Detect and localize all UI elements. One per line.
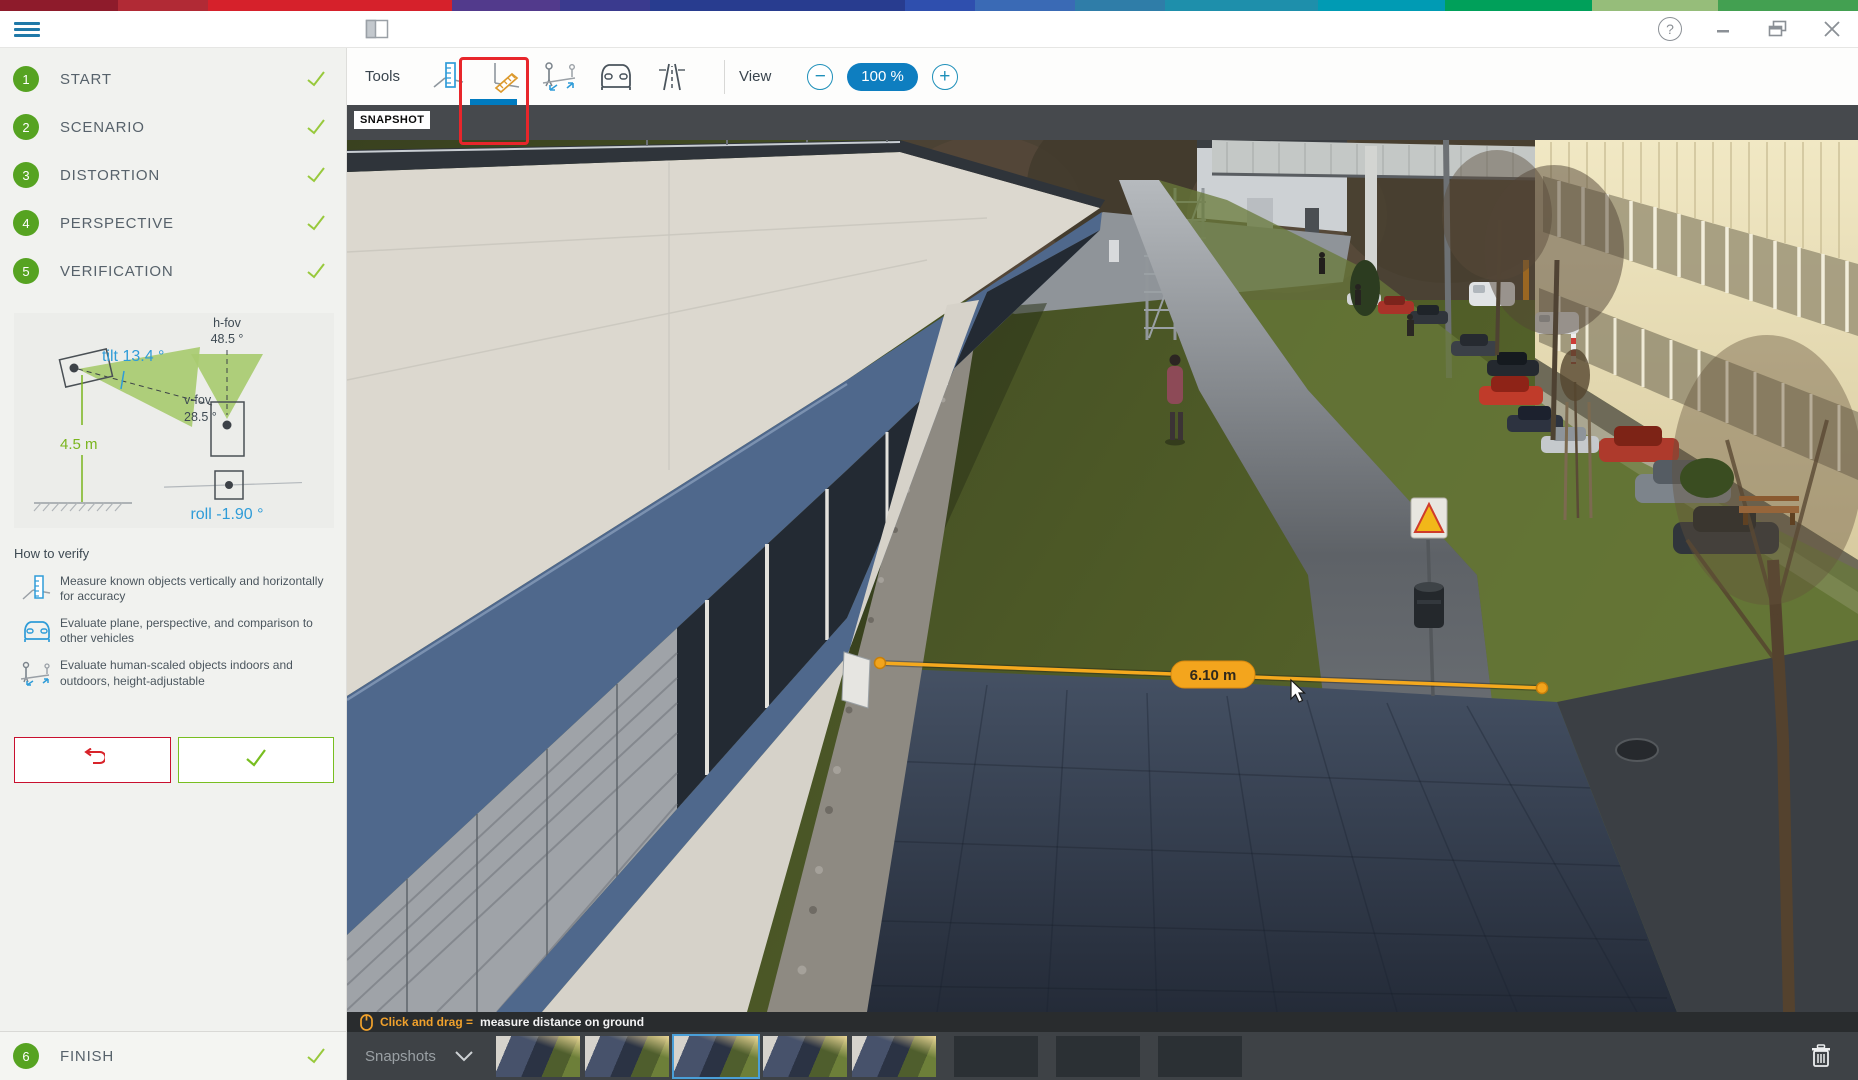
- status-action: Click and drag =: [380, 1015, 473, 1029]
- sidebar-step-finish[interactable]: 6 FINISH: [0, 1031, 346, 1080]
- bush: [1680, 458, 1734, 498]
- view-label: View: [739, 68, 771, 85]
- undo-verification-button[interactable]: [14, 737, 171, 783]
- camera-calibration-app: ? 1 START 2 SCENARIO 3 DISTORTION: [0, 0, 1858, 1080]
- zoom-level-badge[interactable]: 100 %: [847, 63, 918, 91]
- manhole-cover: [1616, 739, 1658, 761]
- entrance-door: [842, 652, 870, 708]
- step-done-check-icon: [306, 70, 326, 92]
- status-bar: Click and drag = measure distance on gro…: [347, 1012, 1858, 1032]
- measurement-endpoint-a[interactable]: [875, 658, 886, 669]
- how-to-verify-title: How to verify: [14, 546, 334, 561]
- step-number-badge: 3: [13, 162, 39, 188]
- brand-supergraphic: [0, 0, 1858, 11]
- step-number-badge: 2: [13, 114, 39, 140]
- close-button[interactable]: [1818, 15, 1846, 43]
- sidebar-step-start[interactable]: 1 START: [0, 55, 346, 103]
- check-icon: [244, 748, 268, 772]
- step-done-check-icon: [306, 166, 326, 188]
- snapshot-placeholder[interactable]: [1158, 1036, 1242, 1077]
- main-area: Tools View − 100 % + SNAP: [347, 48, 1858, 1080]
- camera-pose-diagram: tilt 13.4 ° v-fov 28.5 ° 4.5 m h-fov 48.…: [14, 313, 334, 528]
- snapshot-thumbnail[interactable]: [496, 1036, 580, 1077]
- person-height-tool[interactable]: [538, 55, 582, 99]
- delete-snapshot-button[interactable]: [1810, 1044, 1832, 1073]
- roll-value: roll -1.90 °: [190, 506, 263, 523]
- sidebar: 1 START 2 SCENARIO 3 DISTORTION 4 PERSPE…: [0, 48, 347, 1080]
- zoom-out-button[interactable]: −: [807, 64, 833, 90]
- verification-actions: [14, 737, 334, 783]
- hamburger-menu-icon[interactable]: [14, 19, 40, 40]
- titlebar: ?: [0, 11, 1858, 48]
- person-measure-icon: [14, 658, 60, 690]
- snapshot-badge: SNAPSHOT: [354, 111, 430, 129]
- litter-bin: [1414, 582, 1444, 628]
- vehicle-tool[interactable]: [594, 55, 638, 99]
- measurement-endpoint-b[interactable]: [1537, 683, 1548, 694]
- minimize-button[interactable]: [1710, 15, 1738, 43]
- snapshot-placeholder[interactable]: [954, 1036, 1038, 1077]
- how-to-verify-item: Evaluate plane, perspective, and compari…: [14, 616, 334, 647]
- vfov-value: 28.5 °: [184, 410, 217, 424]
- measurement-label: 6.10 m: [1190, 667, 1237, 684]
- snapshot-header-bar: SNAPSHOT: [347, 105, 1858, 140]
- measure-vertical-icon: [14, 573, 60, 605]
- evergreen-tree: [1350, 260, 1380, 316]
- chevron-down-icon[interactable]: [454, 1050, 474, 1062]
- confirm-verification-button[interactable]: [178, 737, 335, 783]
- status-description: measure distance on ground: [480, 1015, 644, 1029]
- hfov-label: h-fov: [213, 316, 242, 330]
- height-value: 4.5 m: [60, 436, 98, 453]
- undo-icon: [79, 748, 105, 773]
- sidebar-toggle-icon[interactable]: [365, 19, 389, 44]
- help-button[interactable]: ?: [1656, 15, 1684, 43]
- hfov-value: 48.5 °: [211, 332, 244, 346]
- step-done-check-icon: [306, 118, 326, 140]
- snapshot-thumbnail[interactable]: [852, 1036, 936, 1077]
- mouse-hint-icon: [360, 1014, 373, 1031]
- step-done-check-icon: [306, 262, 326, 284]
- how-to-verify-item: Evaluate human-scaled objects indoors an…: [14, 658, 334, 690]
- step-done-check-icon: [306, 214, 326, 236]
- snapshot-thumbnail[interactable]: [585, 1036, 669, 1077]
- paved-plaza[interactable]: [817, 667, 1677, 1012]
- snapshots-filmstrip: Snapshots: [347, 1032, 1858, 1080]
- snapshot-thumbnail-selected[interactable]: [674, 1036, 758, 1077]
- measure-vertical-tool[interactable]: [426, 55, 470, 99]
- snapshots-dropdown-label[interactable]: Snapshots: [365, 1048, 436, 1065]
- toolbar: Tools View − 100 % +: [347, 48, 1858, 105]
- zoom-in-button[interactable]: +: [932, 64, 958, 90]
- snapshot-placeholder[interactable]: [1056, 1036, 1140, 1077]
- camera-image-canvas[interactable]: 6.10 m: [347, 140, 1858, 1012]
- restore-button[interactable]: [1764, 15, 1792, 43]
- vfov-label: v-fov: [184, 393, 212, 407]
- step-number-badge: 6: [13, 1043, 39, 1069]
- road-tool[interactable]: [650, 55, 694, 99]
- step-number-badge: 1: [13, 66, 39, 92]
- sidebar-step-perspective[interactable]: 4 PERSPECTIVE: [0, 199, 346, 247]
- tilt-value: tilt 13.4 °: [102, 348, 164, 365]
- step-done-check-icon: [306, 1047, 326, 1069]
- sidebar-step-scenario[interactable]: 2 SCENARIO: [0, 103, 346, 151]
- snapshot-thumbnail[interactable]: [763, 1036, 847, 1077]
- toolbar-divider: [724, 60, 725, 94]
- tools-label: Tools: [365, 68, 400, 85]
- measure-ground-tool[interactable]: [482, 55, 526, 99]
- step-number-badge: 4: [13, 210, 39, 236]
- sidebar-step-verification[interactable]: 5 VERIFICATION: [0, 247, 346, 295]
- wizard-steps: 1 START 2 SCENARIO 3 DISTORTION 4 PERSPE…: [0, 48, 346, 295]
- how-to-verify-item: Measure known objects vertically and hor…: [14, 573, 334, 605]
- how-to-verify-section: How to verify Measure known objects vert…: [14, 546, 334, 701]
- snapshot-thumbnails: [496, 1036, 1242, 1077]
- step-number-badge: 5: [13, 258, 39, 284]
- sidebar-step-distortion[interactable]: 3 DISTORTION: [0, 151, 346, 199]
- vehicle-icon: [14, 618, 60, 644]
